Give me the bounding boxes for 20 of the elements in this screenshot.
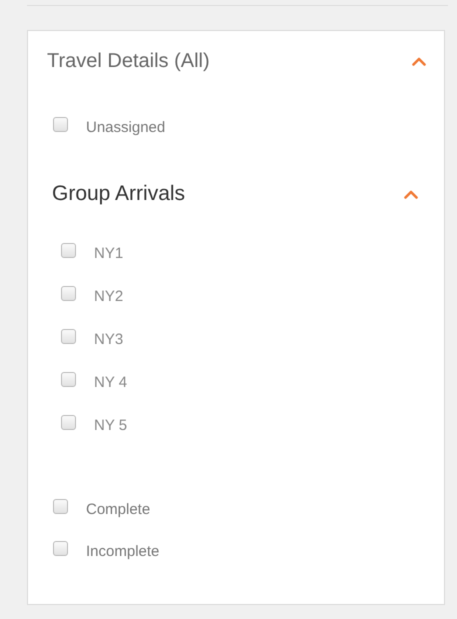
chevron-up-icon[interactable] <box>412 56 426 66</box>
checkbox-label: NY2 <box>94 288 124 305</box>
section-title: Group Arrivals <box>52 182 186 206</box>
checkbox[interactable] <box>61 286 76 301</box>
checkbox[interactable] <box>53 116 68 132</box>
checkbox-label: Unassigned <box>86 118 166 136</box>
checkbox-label: NY3 <box>94 331 124 348</box>
checkbox-label: Complete <box>86 500 150 518</box>
checkbox-label: Incomplete <box>86 542 160 560</box>
checkbox[interactable] <box>61 243 76 258</box>
checkbox-label: NY 4 <box>94 374 128 391</box>
checkbox[interactable] <box>61 415 76 430</box>
checkbox-label: NY 5 <box>94 417 128 434</box>
checkbox[interactable] <box>61 329 76 344</box>
checkbox[interactable] <box>61 372 76 387</box>
checkbox[interactable] <box>53 498 68 514</box>
checkbox-label: NY1 <box>94 245 124 262</box>
checkbox[interactable] <box>53 540 68 556</box>
section-title: Travel Details (All) <box>47 50 210 72</box>
chevron-up-icon[interactable] <box>404 190 418 198</box>
